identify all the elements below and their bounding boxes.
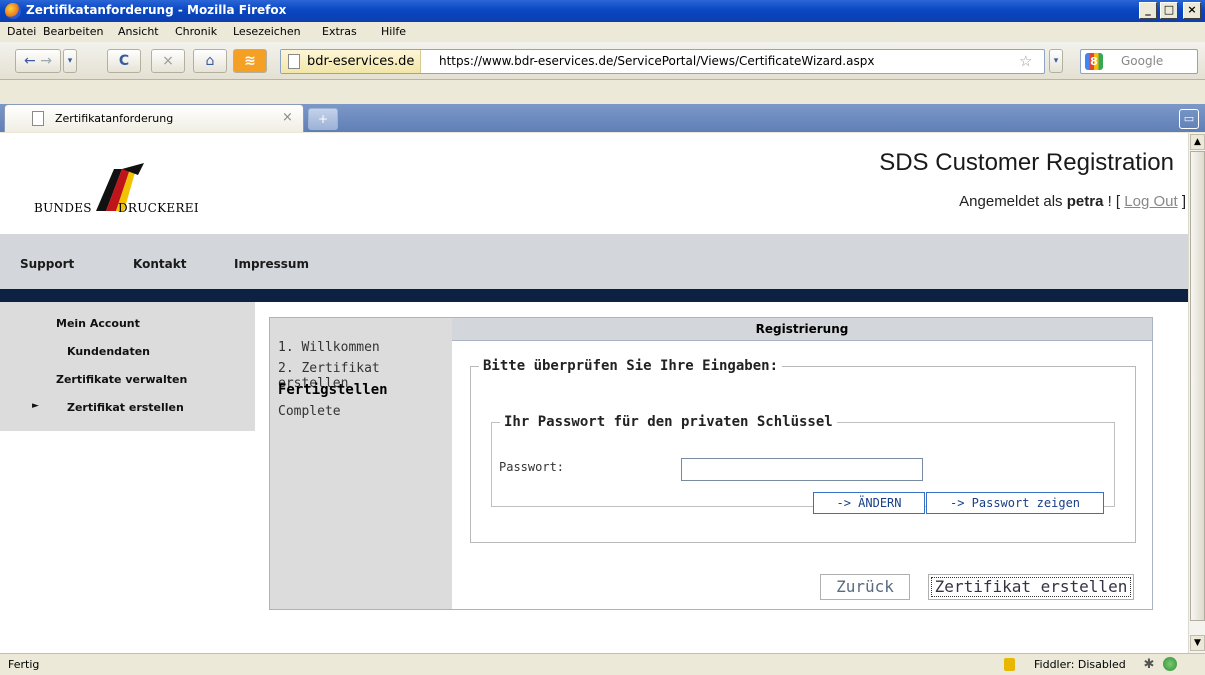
nav-kontakt[interactable]: Kontakt [133,257,186,271]
status-bar: Fertig Fiddler: Disabled ✱ [0,653,1205,675]
maximize-button[interactable]: □ [1160,2,1178,19]
password-legend: Ihr Passwort für den privaten Schlüssel [504,414,833,430]
minimize-button[interactable]: _ [1139,2,1157,19]
page-scrollbar[interactable]: ▲ ▼ [1188,133,1205,653]
search-placeholder: Google [1121,54,1164,68]
tab-zertifikatanforderung[interactable]: Zertifikatanforderung × [4,104,304,132]
google-icon[interactable]: 8 [1085,53,1103,70]
side-kundendaten[interactable]: Kundendaten [67,345,150,358]
main-navigation: Support Kontakt Impressum [0,234,1188,289]
tab-label: Zertifikatanforderung [55,112,174,125]
site-identity-button[interactable]: bdr-eservices.de [281,50,422,73]
wizard-steps: 1. Willkommen 2. Zertifikat erstellen Fe… [270,318,452,609]
page-icon [288,54,300,69]
window-title: Zertifikatanforderung - Mozilla Firefox [26,3,287,17]
forward-arrow-icon[interactable]: → [40,53,52,69]
page-content: BUNDES DRUCKEREI SDS Customer Registrati… [0,133,1188,653]
menu-extras[interactable]: Extras [322,25,357,38]
wizard-header: Registrierung [452,318,1152,341]
search-box[interactable]: 8 Google [1080,49,1198,74]
url-text[interactable]: https://www.bdr-eservices.de/ServicePort… [439,50,874,73]
history-dropdown-icon[interactable]: ▾ [63,49,77,73]
login-suffix: ] [1181,193,1186,210]
scroll-up-icon[interactable]: ▲ [1190,134,1205,150]
scroll-down-icon[interactable]: ▼ [1190,635,1205,651]
tab-list-icon[interactable]: ▭ [1179,109,1199,129]
site-identity-label: bdr-eservices.de [307,54,415,69]
fiddler-status[interactable]: Fiddler: Disabled [1034,658,1126,671]
scrollbar-thumb[interactable] [1190,151,1205,621]
side-zertifikat-erstellen[interactable]: Zertifikat erstellen [67,401,184,414]
password-field[interactable] [681,458,923,481]
active-marker-icon: ► [32,401,39,411]
tab-close-icon[interactable]: × [282,110,293,125]
login-mid: ! [ [1107,193,1121,210]
close-button[interactable]: × [1183,2,1201,19]
logo-text-bundes: BUNDES [34,201,92,215]
bug-icon[interactable]: ✱ [1141,657,1157,673]
menu-lesezeichen[interactable]: Lesezeichen [233,25,301,38]
password-label: Passwort: [499,460,565,474]
menu-bearbeiten[interactable]: Bearbeiten [43,25,103,38]
certificate-wizard: 1. Willkommen 2. Zertifikat erstellen Fe… [269,317,1153,610]
step-complete: Complete [278,404,341,419]
step-willkommen: 1. Willkommen [278,340,380,355]
addon-status-icon[interactable] [1163,657,1177,671]
username: petra [1066,193,1104,210]
reload-icon[interactable]: C [107,49,141,73]
menu-datei[interactable]: Datei [7,25,36,38]
side-zertifikate-verwalten[interactable]: Zertifikate verwalten [56,373,187,386]
show-password-button[interactable]: -> Passwort zeigen [926,492,1104,514]
home-icon[interactable]: ⌂ [193,49,227,73]
menu-chronik[interactable]: Chronik [175,25,217,38]
page-icon [32,111,44,126]
logout-link[interactable]: Log Out [1124,193,1177,210]
create-certificate-button[interactable]: Zertifikat erstellen [928,574,1134,600]
logo-text-druckerei: DRUCKEREI [118,201,199,215]
firefox-icon [5,3,21,19]
address-bar[interactable]: bdr-eservices.de https://www.bdr-eservic… [280,49,1045,74]
menu-hilfe[interactable]: Hilfe [381,25,406,38]
nav-impressum[interactable]: Impressum [234,257,309,271]
change-button[interactable]: -> ÄNDERN [813,492,925,514]
back-forward-button[interactable]: ← → [15,49,61,73]
new-tab-icon[interactable]: + [308,108,338,130]
url-dropdown-icon[interactable]: ▾ [1049,49,1063,73]
lock-icon[interactable] [1004,658,1015,671]
window-title-bar: Zertifikatanforderung - Mozilla Firefox … [0,0,1205,22]
rss-feed-icon[interactable]: ≋ [233,49,267,73]
side-navigation: Mein Account Kundendaten Zertifikate ver… [0,302,255,431]
side-mein-account[interactable]: Mein Account [56,317,140,330]
bookmark-star-icon[interactable]: ☆ [1019,50,1032,72]
nav-divider [0,289,1188,302]
login-prefix: Angemeldet als [959,193,1063,210]
back-arrow-icon[interactable]: ← [24,53,36,69]
login-status: Angemeldet als petra ! [ Log Out ] [959,193,1186,210]
nav-support[interactable]: Support [20,257,74,271]
review-legend: Bitte überprüfen Sie Ihre Eingaben: [483,358,779,374]
navigation-toolbar: ← → ▾ C × ⌂ ≋ bdr-eservices.de https://w… [0,42,1205,80]
menu-ansicht[interactable]: Ansicht [118,25,159,38]
step-fertigstellen: Fertigstellen [278,382,388,398]
status-message: Fertig [8,658,40,671]
stop-icon[interactable]: × [151,49,185,73]
menu-bar: Datei Bearbeiten Ansicht Chronik Lesezei… [0,22,1205,42]
app-title: SDS Customer Registration [879,149,1174,176]
bundesdruckerei-logo[interactable]: BUNDES DRUCKEREI [34,161,214,217]
back-button[interactable]: Zurück [820,574,910,600]
